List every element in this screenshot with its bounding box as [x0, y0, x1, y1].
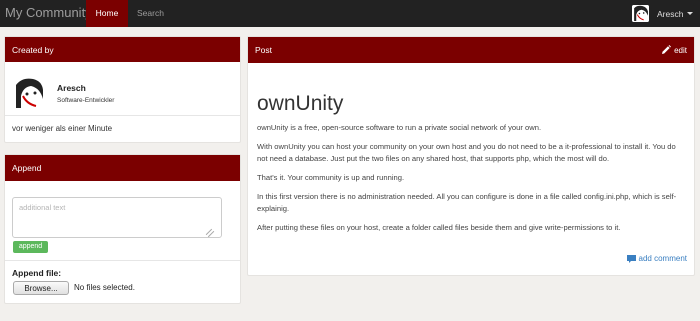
created-by-header: Created by [5, 37, 240, 62]
append-button[interactable]: append [13, 241, 48, 253]
avatar [632, 5, 649, 22]
append-text-input[interactable] [12, 197, 222, 238]
append-header: Append [5, 155, 240, 181]
author-avatar [13, 77, 45, 109]
pencil-icon [662, 45, 672, 54]
edit-link[interactable]: edit [661, 37, 687, 63]
nav-home[interactable]: Home [86, 0, 128, 27]
post-paragraph: With ownUnity you can host your communit… [257, 142, 676, 163]
navbar: My Community Home Search Aresch [0, 0, 700, 27]
add-comment-link[interactable]: add comment [626, 254, 687, 263]
post-panel-title: Post [255, 45, 273, 55]
author-name[interactable]: Aresch [57, 83, 86, 93]
caret-down-icon [687, 12, 694, 15]
post-title: ownUnity [257, 92, 344, 115]
post-paragraph: In this first version there is no admini… [257, 192, 677, 213]
file-status-text: No files selected. [74, 283, 135, 292]
post-timestamp: vor weniger als einer Minute [12, 124, 113, 133]
append-panel: Append append Append file: Browse... No … [4, 154, 241, 304]
edit-label: edit [674, 45, 687, 55]
avatar-face-icon [13, 77, 45, 109]
nav-search[interactable]: Search [137, 0, 164, 27]
post-body: ownUnity is a free, open-source software… [257, 122, 685, 241]
append-file-label: Append file: [12, 268, 62, 278]
post-panel: Post edit ownUnity ownUnity is a free, o… [247, 36, 695, 276]
user-menu[interactable]: Aresch [632, 3, 694, 24]
avatar-face-icon [632, 5, 649, 22]
post-paragraph: ownUnity is a free, open-source software… [257, 123, 542, 132]
author-role: Software-Entwickler [57, 97, 115, 104]
comment-icon [626, 254, 636, 263]
brand-link[interactable]: My Community [5, 5, 92, 20]
append-title: Append [12, 163, 42, 173]
browse-button[interactable]: Browse... [13, 281, 69, 295]
created-by-panel: Created by Aresch Software-Entwickler vo… [4, 36, 241, 143]
post-paragraph: After putting these files on your host, … [257, 223, 621, 232]
divider [5, 115, 240, 116]
add-comment-label: add comment [638, 254, 687, 263]
nav-username: Aresch [657, 8, 684, 19]
post-header: Post edit [248, 37, 694, 63]
divider [5, 260, 240, 261]
post-paragraph: That's it. Your community is up and runn… [257, 173, 405, 182]
created-by-title: Created by [12, 44, 54, 55]
